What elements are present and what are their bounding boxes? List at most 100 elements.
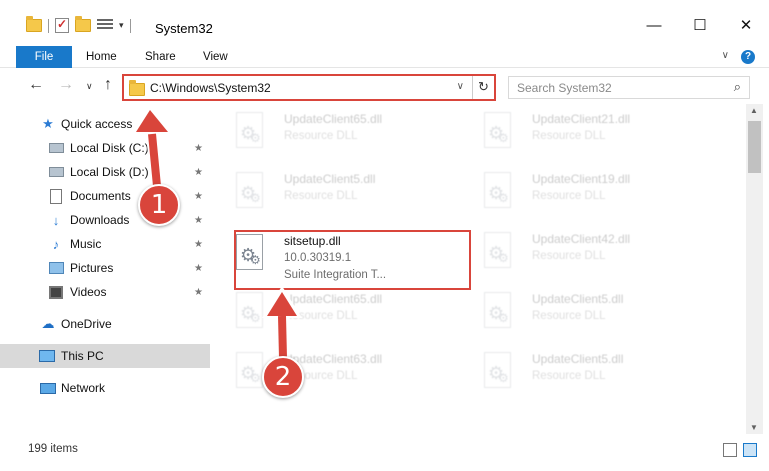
quick-access-toolbar: ▾ — [26, 16, 131, 33]
vertical-scrollbar[interactable]: ▲ ▼ — [746, 104, 763, 434]
search-input[interactable]: Search System32 ⌕ — [508, 76, 750, 99]
tab-home[interactable]: Home — [86, 46, 117, 68]
file-description: Resource DLL — [532, 250, 606, 262]
sidebar-item-pictures[interactable]: Pictures ★ — [0, 256, 210, 280]
pin-icon[interactable]: ★ — [194, 287, 203, 298]
help-icon[interactable]: ? — [741, 50, 755, 64]
window-title: System32 — [155, 21, 213, 36]
file-item[interactable]: ⚙ ⚙ UpdateClient65.dll Resource DLL — [210, 288, 450, 340]
star-icon: ★ — [42, 116, 54, 131]
dll-file-icon: ⚙ ⚙ — [482, 172, 514, 212]
file-name: UpdateClient5.dll — [532, 292, 624, 306]
properties-icon[interactable] — [55, 17, 69, 33]
toolbar-divider — [48, 18, 49, 33]
step-2-badge: 2 — [262, 356, 304, 398]
navigation-pane: ★ Quick access Local Disk (C:) ★ Local D… — [0, 104, 210, 434]
sidebar-item-this-pc[interactable]: This PC — [0, 344, 210, 368]
dll-file-icon: ⚙ ⚙ — [482, 352, 514, 392]
sidebar-item-local-disk-d[interactable]: Local Disk (D:) ★ — [0, 160, 210, 184]
pin-icon[interactable]: ★ — [194, 239, 203, 250]
file-item[interactable]: ⚙ ⚙ UpdateClient5.dll Resource DLL — [210, 168, 450, 220]
sidebar-item-videos[interactable]: Videos ★ — [0, 280, 210, 304]
address-path[interactable]: C:\Windows\System32 — [150, 81, 271, 95]
file-description: Resource DLL — [532, 310, 606, 322]
sidebar-item-local-disk-c[interactable]: Local Disk (C:) ★ — [0, 136, 210, 160]
dll-file-icon: ⚙ ⚙ — [234, 292, 266, 332]
maximize-button[interactable]: ☐ — [677, 10, 723, 40]
tab-share[interactable]: Share — [145, 46, 176, 68]
folder-icon — [129, 80, 145, 96]
pin-icon[interactable]: ★ — [194, 263, 203, 274]
search-placeholder: Search System32 — [517, 81, 612, 95]
file-item[interactable]: ⚙ ⚙ UpdateClient63.dll Resource DLL — [210, 348, 450, 400]
sidebar-item-label: Videos — [70, 285, 107, 299]
file-item[interactable]: ⚙ ⚙ UpdateClient5.dll Resource DLL — [458, 348, 698, 400]
view-options-icon[interactable] — [97, 18, 113, 33]
sidebar-item-label: Local Disk (D:) — [70, 165, 149, 179]
recent-locations-icon[interactable]: ∨ — [86, 81, 93, 92]
scroll-up-icon[interactable]: ▲ — [750, 106, 758, 115]
dll-file-icon: ⚙ ⚙ — [234, 112, 266, 152]
documents-icon — [48, 188, 64, 204]
scroll-down-icon[interactable]: ▼ — [750, 423, 758, 432]
file-item[interactable]: ⚙ ⚙ UpdateClient65.dll Resource DLL — [210, 108, 450, 160]
tiles-view-icon[interactable] — [743, 443, 757, 457]
dll-file-icon: ⚙ ⚙ — [482, 112, 514, 152]
file-item[interactable]: ⚙ ⚙ UpdateClient19.dll Resource DLL — [458, 168, 698, 220]
file-item[interactable]: ⚙ ⚙ UpdateClient5.dll Resource DLL — [458, 288, 698, 340]
sidebar-item-label: This PC — [61, 349, 104, 363]
sidebar-item-network[interactable]: Network — [0, 376, 210, 400]
sidebar-item-label: OneDrive — [61, 317, 112, 331]
file-name: UpdateClient42.dll — [532, 232, 631, 246]
file-name: UpdateClient65.dll — [284, 112, 383, 126]
item-count: 199 items — [28, 443, 78, 455]
expand-ribbon-icon[interactable]: ∨ — [722, 50, 729, 61]
tab-file[interactable]: File — [16, 46, 72, 68]
file-description: Resource DLL — [284, 190, 358, 202]
file-description: Resource DLL — [284, 130, 358, 142]
close-button[interactable]: ✕ — [723, 10, 769, 40]
sidebar-item-label: Documents — [70, 189, 131, 203]
network-icon — [40, 380, 56, 396]
forward-arrow-icon[interactable]: → — [58, 76, 74, 94]
new-folder-icon[interactable] — [75, 16, 91, 32]
pin-icon[interactable]: ★ — [194, 167, 203, 178]
computer-icon — [39, 348, 55, 364]
search-icon[interactable]: ⌕ — [734, 79, 741, 95]
navigation-bar: ← → ∨ ↑ C:\Windows\System32 ∨ ↻ Search S… — [0, 70, 769, 104]
minimize-button[interactable]: — — [631, 10, 677, 40]
videos-icon — [48, 284, 64, 300]
download-icon: ↓ — [52, 212, 60, 228]
file-highlight-box — [234, 230, 471, 290]
step-1-badge: 1 — [138, 184, 180, 226]
pin-icon[interactable]: ★ — [194, 215, 203, 226]
pin-icon[interactable]: ★ — [194, 191, 203, 202]
pictures-icon — [48, 260, 64, 276]
refresh-icon[interactable]: ↻ — [472, 76, 494, 99]
address-bar[interactable]: C:\Windows\System32 ∨ ↻ — [122, 74, 496, 101]
file-name: UpdateClient5.dll — [284, 172, 376, 186]
file-description: Resource DLL — [532, 370, 606, 382]
customize-toolbar-icon[interactable]: ▾ — [119, 20, 124, 31]
scrollbar-thumb[interactable] — [748, 121, 761, 173]
tab-view[interactable]: View — [203, 46, 228, 68]
pin-icon[interactable]: ★ — [194, 143, 203, 154]
sidebar-item-onedrive[interactable]: ☁ OneDrive — [0, 312, 210, 336]
cloud-icon: ☁ — [41, 316, 55, 331]
dll-file-icon: ⚙ ⚙ — [482, 292, 514, 332]
file-name: UpdateClient65.dll — [284, 292, 383, 306]
sidebar-item-music[interactable]: ♪ Music ★ — [0, 232, 210, 256]
sidebar-item-label: Downloads — [70, 213, 130, 227]
sidebar-item-quick-access[interactable]: ★ Quick access — [0, 112, 210, 136]
dll-file-icon: ⚙ ⚙ — [234, 172, 266, 212]
back-arrow-icon[interactable]: ← — [28, 76, 44, 94]
sidebar-item-label: Quick access — [61, 117, 133, 131]
address-dropdown-icon[interactable]: ∨ — [457, 81, 464, 92]
dll-file-icon: ⚙ ⚙ — [234, 352, 266, 392]
file-description: Resource DLL — [532, 130, 606, 142]
file-item[interactable]: ⚙ ⚙ UpdateClient42.dll Resource DLL — [458, 228, 698, 280]
up-arrow-icon[interactable]: ↑ — [104, 76, 112, 94]
details-view-icon[interactable] — [723, 443, 737, 457]
file-item[interactable]: ⚙ ⚙ UpdateClient21.dll Resource DLL — [458, 108, 698, 160]
sidebar-item-label: Local Disk (C:) — [70, 141, 149, 155]
